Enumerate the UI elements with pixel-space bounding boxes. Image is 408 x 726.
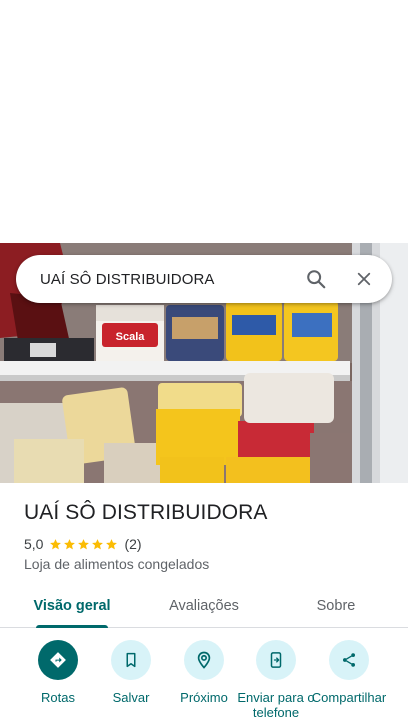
search-query-text[interactable]: UAÍ SÔ DISTRIBUIDORA [40,271,292,288]
star-icon [64,538,76,549]
star-icon [106,538,118,549]
action-label: Enviar para o telefone [237,690,315,720]
action-label: Compartilhar [311,690,387,705]
action-label: Salvar [112,690,150,705]
tab-active-indicator [36,625,108,628]
tab-reviews[interactable]: Avaliações [152,584,256,628]
place-title: UAÍ SÔ DISTRIBUIDORA [24,501,268,524]
place-category: Loja de alimentos congelados [24,556,210,572]
star-icon [92,538,104,549]
photo-brand-text: Scala [116,331,146,343]
close-icon[interactable] [340,255,388,303]
action-label: Próximo [180,690,228,705]
bookmark-icon [111,640,151,680]
nearby-icon [184,640,224,680]
search-icon[interactable] [292,255,340,303]
blank-top-area [0,0,408,243]
tab-overview[interactable]: Visão geral [20,584,124,628]
share-icon [329,640,369,680]
send-to-phone-button[interactable]: Enviar para o telefone [235,640,317,720]
action-label: Rotas [41,690,75,705]
directions-button[interactable]: Rotas [17,640,99,705]
share-button[interactable]: Compartilhar [308,640,390,705]
search-bar[interactable]: UAÍ SÔ DISTRIBUIDORA [16,255,392,303]
tab-label: Visão geral [33,598,111,614]
nearby-button[interactable]: Próximo [163,640,245,705]
action-buttons-row: Rotas Salvar Próximo Enviar para o telef… [0,640,408,726]
save-button[interactable]: Salvar [90,640,172,705]
directions-icon [38,640,78,680]
star-icon [50,538,62,549]
rating-row[interactable]: 5,0 (2) [24,535,142,553]
star-rating [49,538,118,551]
tab-label: Sobre [316,598,356,614]
tab-bar: Visão geral Avaliações Sobre [0,584,408,628]
rating-value: 5,0 [24,536,44,552]
send-to-phone-icon [256,640,296,680]
review-count[interactable]: (2) [124,536,141,552]
tab-about[interactable]: Sobre [284,584,388,628]
star-icon [78,538,90,549]
tab-label: Avaliações [169,598,239,614]
